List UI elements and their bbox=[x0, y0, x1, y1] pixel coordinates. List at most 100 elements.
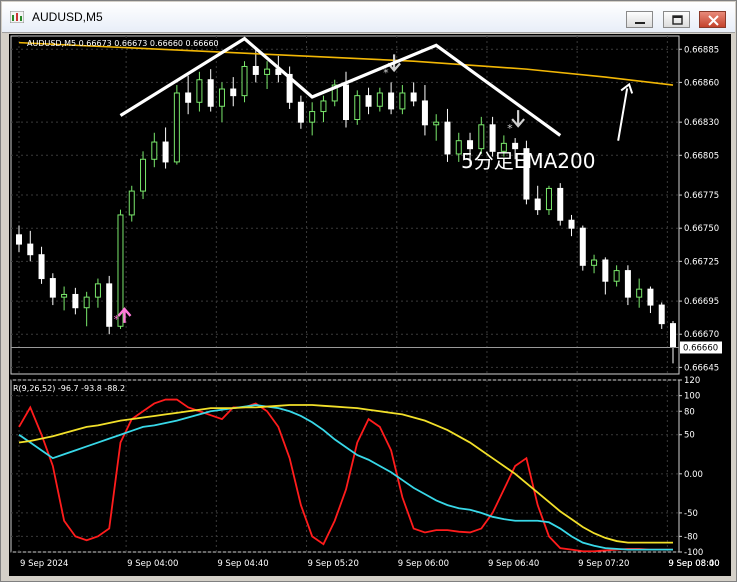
candle-body bbox=[647, 288, 654, 306]
candle-body bbox=[140, 158, 147, 192]
candle-body bbox=[218, 88, 225, 107]
candle-body bbox=[83, 296, 90, 309]
candle-body bbox=[241, 65, 248, 97]
price-chart[interactable]: *** 0.668850.668600.668300.668050.667750… bbox=[9, 34, 731, 576]
candle-body bbox=[106, 283, 113, 327]
candle-body bbox=[568, 219, 575, 229]
candle-body bbox=[636, 288, 643, 298]
candle-body bbox=[151, 141, 158, 160]
price-tick-label: 0.66645 bbox=[684, 363, 719, 373]
candle-body bbox=[399, 92, 406, 110]
axis-labels: 0.66885 0.66860 0.66830 0.66805 0.66775 0.667… bbox=[20, 45, 722, 569]
price-tick-label: 0.66750 bbox=[684, 224, 719, 234]
candle-body bbox=[557, 187, 564, 221]
price-tick-label: 0.66725 bbox=[684, 257, 719, 267]
candle-body bbox=[252, 65, 259, 75]
osc-tick-label: 80 bbox=[684, 407, 695, 417]
time-tick-label: 9 Sep 04:00 bbox=[127, 559, 178, 569]
double-top-line bbox=[119, 36, 562, 137]
oscillator-r26-line bbox=[18, 404, 673, 551]
close-icon bbox=[708, 15, 719, 26]
candle-body bbox=[602, 259, 609, 282]
candle-body bbox=[670, 323, 676, 348]
time-tick-label: 9 Sep 04:40 bbox=[217, 559, 268, 569]
time-tick-label: 9 Sep 06:40 bbox=[488, 559, 539, 569]
candle-body bbox=[72, 293, 79, 309]
candle-body bbox=[230, 88, 237, 97]
restore-icon bbox=[672, 15, 683, 25]
candle-body bbox=[61, 293, 68, 298]
minimize-button[interactable] bbox=[626, 11, 653, 28]
candle-body bbox=[207, 79, 214, 107]
time-tick-label: 9 Sep 06:00 bbox=[398, 559, 449, 569]
price-tick-label: 0.66860 bbox=[684, 78, 719, 88]
close-button[interactable] bbox=[699, 11, 726, 28]
sell-arrow-icon bbox=[511, 110, 525, 128]
candle-body bbox=[343, 84, 349, 121]
chart-window-icon bbox=[10, 11, 24, 23]
oscillator-lines bbox=[18, 398, 673, 553]
title-bar[interactable]: AUDUSD,M5 bbox=[2, 2, 735, 33]
candle-body bbox=[444, 121, 451, 155]
candle-body bbox=[173, 92, 180, 163]
candle-body bbox=[467, 140, 474, 150]
buy-star-icon: * bbox=[113, 313, 119, 326]
candle-body bbox=[320, 100, 327, 113]
price-tick-label: 0.66695 bbox=[684, 297, 719, 307]
chart-canvas[interactable]: * * * 0.66885 0.66860 0.66830 0.66805 0.66775 0… bbox=[9, 34, 731, 576]
candle-body bbox=[49, 278, 56, 298]
candle-body bbox=[196, 79, 203, 103]
candle-body bbox=[297, 101, 304, 123]
candles bbox=[11, 47, 679, 364]
annotation-arrow-icon bbox=[617, 82, 634, 141]
osc-tick-label: 100 bbox=[684, 392, 700, 402]
candle-body bbox=[478, 124, 485, 150]
candle-body bbox=[128, 190, 135, 216]
candle-body bbox=[388, 92, 395, 110]
candle-body bbox=[658, 304, 665, 325]
osc-tick-label: 50 bbox=[684, 431, 695, 441]
osc-tick-label: -50 bbox=[684, 509, 698, 519]
candle-body bbox=[94, 283, 101, 298]
sell-star-icon: * bbox=[507, 122, 513, 135]
osc-tick-label: 120 bbox=[684, 376, 700, 386]
chart-header: AUDUSD,M5 0.66673 0.66673 0.66660 0.6666… bbox=[27, 39, 219, 48]
candle-body bbox=[27, 243, 34, 256]
candle-body bbox=[354, 95, 361, 121]
ema-annotation-text: 5分足EMA200 bbox=[461, 149, 595, 173]
minimize-icon bbox=[635, 22, 645, 24]
osc-tick-label: -100 bbox=[684, 548, 703, 558]
candle-body bbox=[185, 92, 192, 103]
candle-body bbox=[16, 234, 22, 245]
candle-body bbox=[264, 68, 271, 75]
candle-body bbox=[162, 141, 169, 163]
time-tick-label: 9 Sep 08:40 bbox=[668, 559, 719, 569]
candle-body bbox=[624, 270, 631, 298]
candle-body bbox=[421, 100, 428, 126]
time-tick-label: 9 Sep 05:20 bbox=[308, 559, 359, 569]
candle-body bbox=[489, 124, 496, 152]
price-tick-label: 0.66830 bbox=[684, 118, 719, 128]
price-tick-label: 0.66885 bbox=[684, 45, 719, 55]
time-tick-label: 9 Sep 07:20 bbox=[578, 559, 629, 569]
candle-body bbox=[309, 111, 316, 123]
price-tick-label: 0.66805 bbox=[684, 151, 719, 161]
current-price-label: 0.66660 bbox=[683, 343, 718, 353]
oscillator-header: R(9,26,52) -96.7 -93.8 -88.2 bbox=[13, 384, 125, 393]
candle-body bbox=[613, 270, 620, 282]
candle-body bbox=[117, 214, 124, 327]
osc-tick-label: 0.00 bbox=[684, 470, 703, 480]
time-tick-label: 9 Sep 2024 bbox=[20, 559, 68, 569]
candle-body bbox=[579, 227, 586, 266]
osc-tick-label: -80 bbox=[684, 532, 698, 542]
maximize-button[interactable] bbox=[663, 11, 690, 28]
candle-body bbox=[410, 92, 417, 102]
candle-body bbox=[376, 92, 383, 107]
candle-body bbox=[433, 121, 440, 126]
candle-body bbox=[545, 187, 552, 211]
price-tick-label: 0.66670 bbox=[684, 330, 719, 340]
price-tick-label: 0.66775 bbox=[684, 191, 719, 201]
candle-body bbox=[512, 142, 519, 150]
oscillator-panel-frame bbox=[10, 379, 680, 553]
candle-body bbox=[534, 198, 541, 211]
